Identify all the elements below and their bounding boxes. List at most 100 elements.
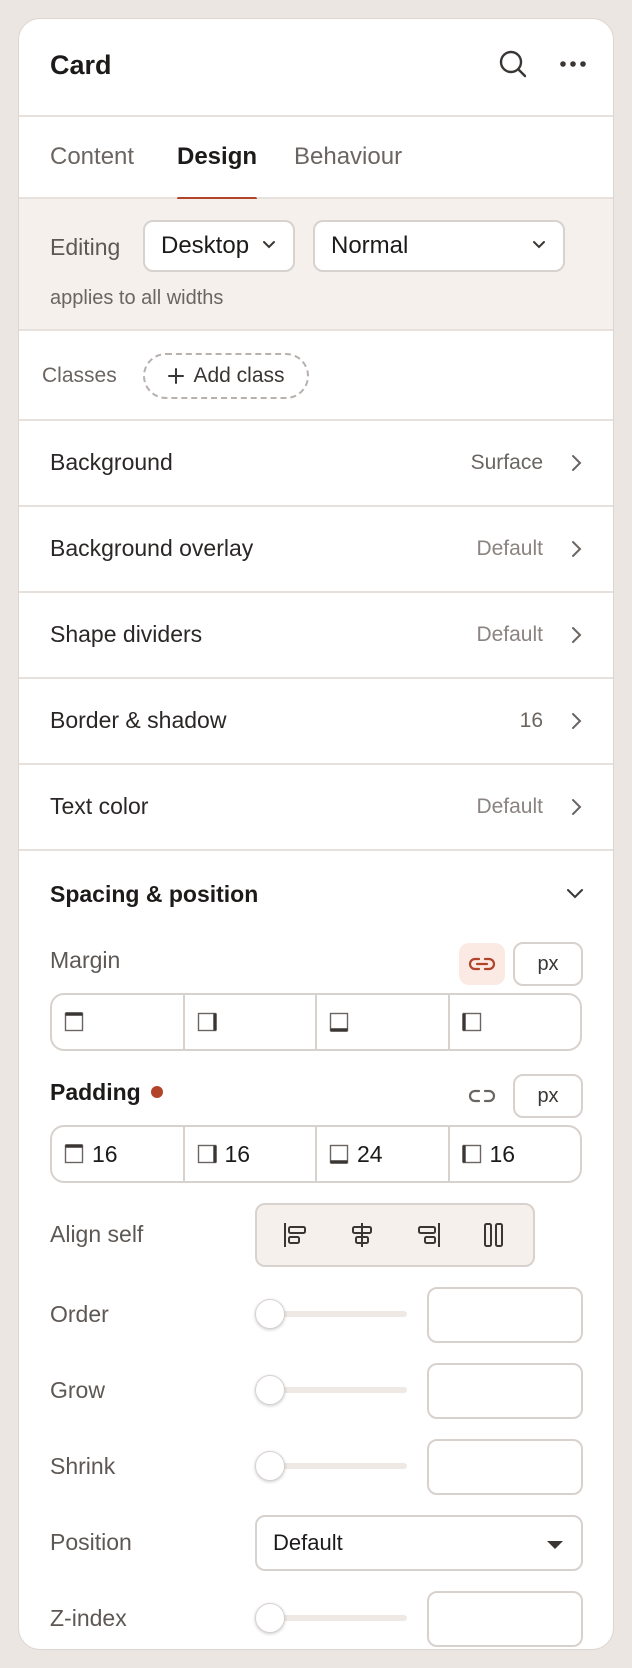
tab-content[interactable]: Content (50, 143, 134, 199)
row-value: Default (476, 537, 543, 560)
margin-top-input[interactable] (52, 995, 183, 1049)
margin-left-input[interactable] (447, 995, 581, 1049)
row-value: Default (476, 795, 543, 818)
row-label: Border & shadow (50, 707, 227, 733)
margin-unit-select[interactable]: px (513, 942, 583, 986)
align-self-group (255, 1203, 535, 1267)
tab-design[interactable]: Design (177, 143, 258, 201)
side-left-icon (461, 1144, 481, 1164)
device-dropdown[interactable]: Desktop (143, 220, 295, 272)
margin-bottom-input[interactable] (315, 995, 448, 1049)
chevron-right-icon (572, 541, 582, 557)
order-label: Order (50, 1301, 109, 1327)
grow-input[interactable] (427, 1363, 583, 1419)
padding-label-text: Padding (50, 1079, 141, 1105)
side-bottom-icon (329, 1012, 349, 1032)
padding-right-value: 16 (224, 1140, 251, 1167)
margin-inputs (50, 993, 582, 1051)
row-border-shadow[interactable]: Border & shadow 16 (19, 679, 613, 765)
slider-handle[interactable] (255, 1375, 285, 1405)
chevron-down-icon (263, 241, 275, 249)
position-label: Position (50, 1529, 132, 1555)
panel-header: Card (19, 19, 613, 117)
padding-right-input[interactable]: 16 (182, 1127, 316, 1181)
align-start-icon (284, 1223, 306, 1247)
grow-slider[interactable] (255, 1375, 407, 1405)
align-center-button[interactable] (340, 1213, 384, 1257)
padding-bottom-input[interactable]: 24 (315, 1127, 448, 1181)
padding-top-input[interactable]: 16 (52, 1127, 183, 1181)
classes-row: Classes Add class (19, 331, 613, 421)
row-value: 16 (519, 709, 543, 732)
panel-title: Card (50, 50, 112, 80)
slider-handle[interactable] (255, 1299, 285, 1329)
chevron-down-icon (533, 241, 545, 249)
align-end-icon (418, 1223, 440, 1247)
more-horizontal-icon[interactable] (556, 47, 590, 81)
row-value: Default (476, 623, 543, 646)
row-background-overlay[interactable]: Background overlay Default (19, 507, 613, 593)
state-dropdown-value: Normal (331, 232, 409, 259)
z-index-label: Z-index (50, 1605, 127, 1631)
side-top-icon (64, 1012, 84, 1032)
padding-inputs: 16 16 24 16 (50, 1125, 582, 1183)
align-center-icon (352, 1223, 372, 1247)
order-input[interactable] (427, 1287, 583, 1343)
spacing-position-section: Spacing & position Margin px Padding px … (19, 851, 613, 1649)
shrink-input[interactable] (427, 1439, 583, 1495)
row-background[interactable]: Background Surface (19, 421, 613, 507)
modified-indicator (150, 1085, 163, 1098)
align-self-label: Align self (50, 1221, 144, 1247)
padding-top-value: 16 (92, 1140, 118, 1167)
chevron-right-icon (572, 799, 582, 815)
search-icon[interactable] (496, 47, 530, 81)
chevron-right-icon (572, 455, 582, 471)
slider-handle[interactable] (255, 1451, 285, 1481)
align-start-button[interactable] (274, 1213, 318, 1257)
side-left-icon (461, 1012, 481, 1032)
position-select[interactable]: Default (255, 1515, 583, 1571)
row-label: Text color (50, 793, 149, 819)
order-slider[interactable] (255, 1299, 407, 1329)
side-right-icon (197, 1012, 217, 1032)
link-padding-button[interactable] (459, 1075, 505, 1117)
plus-icon (168, 368, 185, 384)
side-bottom-icon (329, 1144, 349, 1164)
padding-bottom-value: 24 (357, 1140, 383, 1167)
classes-label: Classes (42, 364, 117, 387)
shrink-slider[interactable] (255, 1451, 407, 1481)
padding-unit-select[interactable]: px (513, 1074, 583, 1118)
chevron-down-icon[interactable] (565, 887, 585, 901)
tab-bar: Content Design Behaviour (19, 117, 613, 201)
row-label: Background (50, 449, 173, 475)
section-title: Spacing & position (50, 881, 259, 907)
align-stretch-button[interactable] (472, 1213, 516, 1257)
slider-handle[interactable] (255, 1603, 285, 1633)
editing-note: applies to all widths (50, 287, 224, 309)
side-right-icon (197, 1144, 217, 1164)
padding-left-value: 16 (489, 1140, 516, 1167)
row-value: Surface (470, 451, 543, 474)
z-index-slider[interactable] (255, 1603, 407, 1633)
chevron-right-icon (572, 627, 582, 643)
link-margin-button[interactable] (459, 943, 505, 985)
align-stretch-icon (484, 1223, 503, 1247)
tab-behaviour[interactable]: Behaviour (294, 143, 402, 199)
row-shape-dividers[interactable]: Shape dividers Default (19, 593, 613, 679)
shrink-label: Shrink (50, 1453, 116, 1479)
margin-right-input[interactable] (182, 995, 316, 1049)
editing-bar: Editing Desktop Normal applies to all wi… (19, 199, 613, 331)
align-end-button[interactable] (406, 1213, 450, 1257)
design-panel: Card Content Design Behaviour Editing De… (18, 18, 614, 1650)
editing-label: Editing (50, 234, 121, 260)
add-class-label: Add class (193, 364, 285, 387)
z-index-input[interactable] (427, 1591, 583, 1647)
position-select-value: Default (273, 1530, 343, 1555)
add-class-button[interactable]: Add class (143, 353, 309, 399)
row-label: Background overlay (50, 535, 254, 561)
state-dropdown[interactable]: Normal (313, 220, 565, 272)
row-text-color[interactable]: Text color Default (19, 765, 613, 851)
padding-label: Padding (50, 1079, 163, 1106)
padding-left-input[interactable]: 16 (447, 1127, 581, 1181)
chevron-right-icon (572, 713, 582, 729)
